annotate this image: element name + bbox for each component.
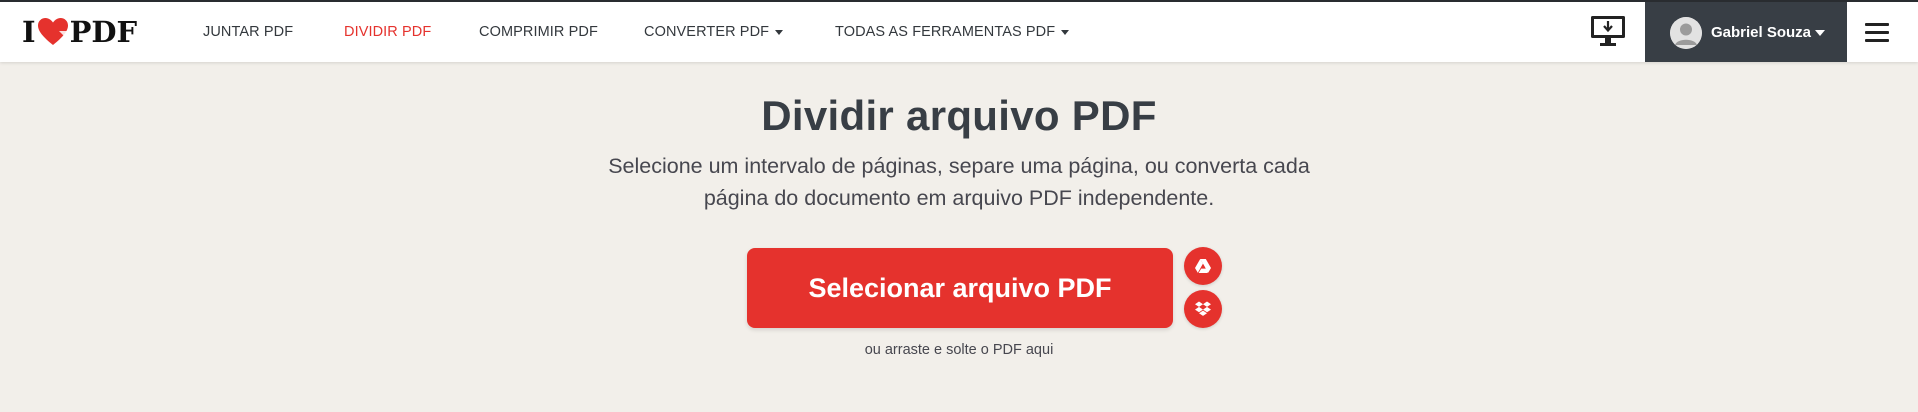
drag-drop-hint: ou arraste e solte o PDF aqui — [864, 342, 1054, 358]
page-description: Selecione um intervalo de páginas, separ… — [559, 150, 1359, 214]
user-menu[interactable]: Gabriel Souza — [1645, 2, 1847, 62]
dropbox-icon — [1195, 301, 1211, 316]
user-name: Gabriel Souza — [1711, 23, 1812, 41]
desktop-download-icon — [1591, 16, 1625, 46]
nav-item-converter-pdf[interactable]: CONVERTER PDF — [644, 2, 784, 62]
avatar — [1670, 17, 1702, 49]
chevron-down-icon — [1061, 29, 1070, 35]
nav-label: DIVIDIR PDF — [344, 24, 432, 40]
nav-label: JUNTAR PDF — [203, 24, 294, 40]
menu-bar — [1865, 39, 1889, 42]
google-drive-icon — [1195, 259, 1211, 273]
nav-item-dividir-pdf[interactable]: DIVIDIR PDF — [344, 2, 431, 62]
nav-item-juntar-pdf[interactable]: JUNTAR PDF — [203, 2, 293, 62]
nav-label: TODAS AS FERRAMENTAS PDF — [835, 24, 1056, 40]
description-line-2: página do documento em arquivo PDF indep… — [703, 186, 1215, 210]
menu-bar — [1865, 23, 1889, 26]
description-line-1: Selecione um intervalo de páginas, separ… — [608, 154, 1310, 178]
user-avatar-icon — [1670, 17, 1702, 49]
google-drive-button[interactable] — [1184, 247, 1222, 285]
select-pdf-button[interactable]: Selecionar arquivo PDF — [747, 248, 1173, 328]
nav-label: CONVERTER PDF — [644, 24, 770, 40]
main-nav: JUNTAR PDF DIVIDIR PDF COMPRIMIR PDF CON… — [0, 2, 1918, 62]
nav-item-comprimir-pdf[interactable]: COMPRIMIR PDF — [479, 2, 598, 62]
nav-item-todas-ferramentas[interactable]: TODAS AS FERRAMENTAS PDF — [835, 2, 1070, 62]
page-title: Dividir arquivo PDF — [761, 92, 1157, 139]
top-navbar: I PDF JUNTAR PDF DIVIDIR PDF COMPRIMIR P… — [0, 2, 1918, 62]
nav-label: COMPRIMIR PDF — [479, 24, 598, 40]
dropbox-button[interactable] — [1184, 290, 1222, 328]
desktop-app-button[interactable] — [1590, 14, 1626, 50]
chevron-down-icon — [775, 29, 784, 35]
chevron-down-icon — [1815, 30, 1825, 36]
menu-bar — [1865, 31, 1889, 34]
hamburger-menu-icon[interactable] — [1862, 20, 1892, 44]
